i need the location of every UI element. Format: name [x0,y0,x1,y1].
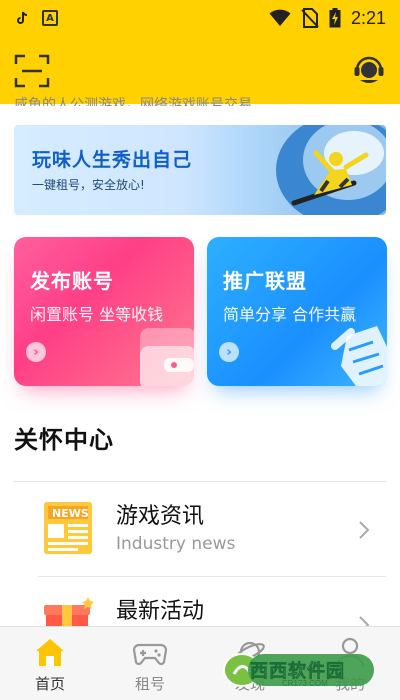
banner-title: 玩味人生秀出自己 [32,149,193,171]
wallet-icon [140,328,194,386]
status-bar: A 2:21 [0,0,400,36]
status-time: 2:21 [350,7,386,28]
list-item-title: 游戏资讯 [116,504,205,529]
wifi-icon [269,9,291,26]
section-title: 关怀中心 [14,426,114,454]
banner-subtitle: 一键租号，安全放心! [32,178,145,192]
snowboarder-image [276,125,386,215]
handshake-icon [331,326,387,386]
notification-a-icon: A [42,10,58,26]
tiktok-icon [17,11,28,24]
card-title: 推广联盟 [223,269,307,293]
announcement-marquee[interactable]: 咸鱼的人公测游戏。网络游戏账号交易 [14,90,386,106]
watermark: 西西软件园 CR173.COM [220,648,380,694]
news-icon: NEWS [44,502,92,554]
nav-home[interactable]: 首页 [0,627,100,700]
list-item-subtitle: Industry news [116,534,236,554]
arrow-right-icon: › [26,342,46,362]
watermark-url: CR173.COM [282,679,328,688]
nav-label: 首页 [34,675,65,693]
customer-service-icon[interactable] [352,52,386,86]
promotion-alliance-card[interactable]: 推广联盟 简单分享 合作共赢 › [207,237,387,386]
battery-charging-icon [329,8,341,28]
publish-account-card[interactable]: 发布账号 闲置账号 坐等收钱 › [14,237,194,386]
list-item-game-news[interactable]: NEWS 游戏资讯 Industry news [0,482,400,578]
svg-text:NEWS: NEWS [52,507,89,520]
card-title: 发布账号 [30,269,114,293]
list-item-title: 最新活动 [116,599,205,624]
no-sim-icon [301,8,319,28]
promo-banner[interactable]: 玩味人生秀出自己 一键租号，安全放心! [14,125,386,215]
nav-label: 租号 [134,675,165,693]
scan-icon[interactable] [14,54,50,88]
home-icon [36,639,64,666]
chevron-right-icon [359,521,370,539]
arrow-right-icon: › [219,342,239,362]
nav-rent[interactable]: 租号 [100,627,200,700]
gamepad-icon [133,643,167,666]
